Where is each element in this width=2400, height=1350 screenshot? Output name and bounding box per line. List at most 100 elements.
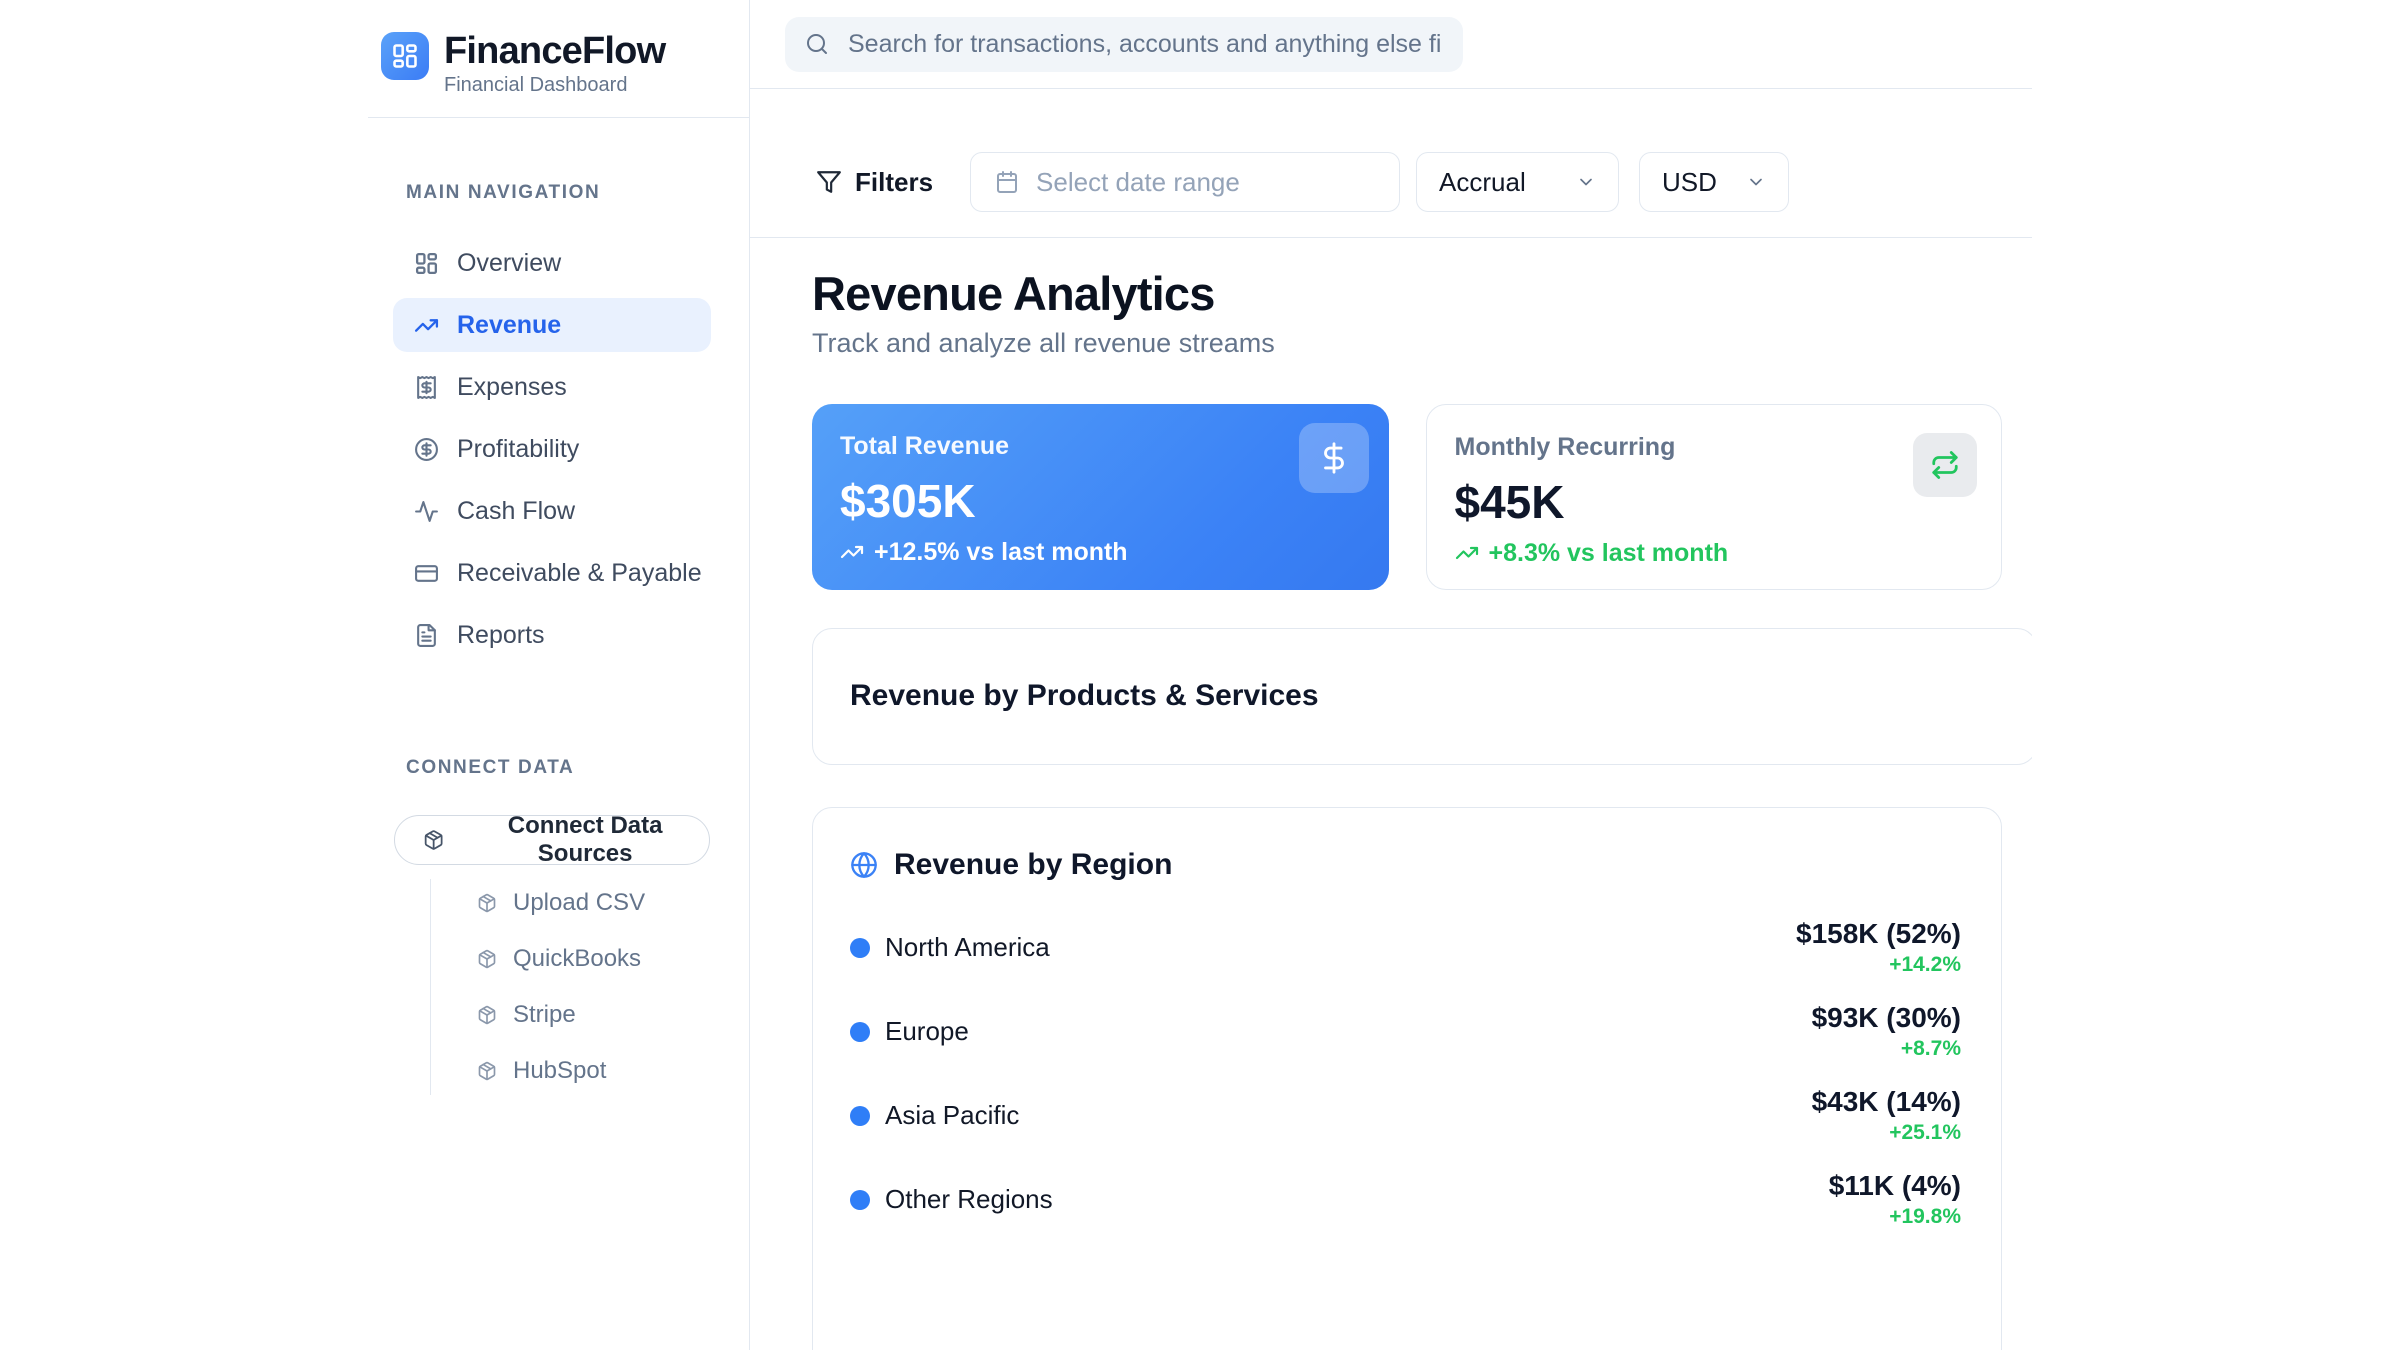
stat-trend: +8.3% vs last month (1455, 539, 1974, 568)
stat-value: $45K (1455, 479, 1974, 525)
region-dot (850, 938, 870, 958)
activity-icon (414, 499, 439, 524)
date-range-field[interactable]: Select date range (970, 152, 1400, 212)
region-name: Asia Pacific (885, 1100, 1019, 1131)
sidebar-item-label: Expenses (457, 373, 567, 402)
dollar-icon-box (1299, 423, 1369, 493)
calendar-icon (995, 170, 1019, 194)
sidebar-item-label: Reports (457, 621, 545, 650)
date-range-placeholder: Select date range (1036, 167, 1240, 198)
global-search[interactable] (785, 17, 1463, 72)
top-header (750, 0, 2032, 89)
search-input[interactable] (846, 29, 1443, 60)
region-row-north-america: North America $158K (52%) +14.2% (850, 918, 1961, 978)
connect-item-label: QuickBooks (513, 945, 641, 973)
filters-button[interactable]: Filters (816, 167, 933, 198)
brand-text: FinanceFlow Financial Dashboard (444, 32, 665, 97)
repeat-icon (1930, 450, 1960, 480)
trending-up-icon (840, 540, 864, 564)
revenue-by-region-card: Revenue by Region North America $158K (5… (812, 807, 2002, 1350)
region-value: $158K (52%) (1796, 918, 1961, 950)
currency-value: USD (1662, 167, 1717, 198)
sidebar-item-cash-flow[interactable]: Cash Flow (393, 484, 711, 538)
monthly-recurring-card: Monthly Recurring $45K +8.3% vs last mon… (1426, 404, 2003, 590)
connect-data-sources-list: Upload CSV QuickBooks Stripe HubSpot (430, 879, 749, 1095)
region-row-europe: Europe $93K (30%) +8.7% (850, 1002, 1961, 1062)
region-breakdown-list: North America $158K (52%) +14.2% Europe … (850, 918, 1961, 1230)
app-root: FinanceFlow Financial Dashboard MAIN NAV… (0, 0, 2400, 1350)
sidebar: FinanceFlow Financial Dashboard MAIN NAV… (0, 0, 750, 1350)
sidebar-header: FinanceFlow Financial Dashboard (0, 0, 749, 118)
region-change: +19.8% (1829, 1205, 1961, 1229)
stat-trend: +12.5% vs last month (840, 538, 1361, 567)
filters-bar: Filters Select date range Accrual USD (750, 89, 2032, 238)
repeat-icon-box (1913, 433, 1977, 497)
sidebar-item-profitability[interactable]: Profitability (393, 422, 711, 476)
globe-icon (850, 851, 878, 879)
region-section-title: Revenue by Region (894, 848, 1172, 882)
region-row-other-regions: Other Regions $11K (4%) +19.8% (850, 1170, 1961, 1230)
credit-card-icon (414, 561, 439, 586)
sidebar-item-label: Receivable & Payable (457, 559, 702, 588)
accounting-basis-select[interactable]: Accrual (1416, 152, 1619, 212)
search-icon (805, 32, 829, 56)
connect-source-upload-csv[interactable]: Upload CSV (477, 879, 749, 927)
brand-logo-row: FinanceFlow Financial Dashboard (381, 32, 749, 97)
region-card-header: Revenue by Region (850, 848, 1961, 882)
page-title: Revenue Analytics (812, 268, 2002, 320)
connect-source-hubspot[interactable]: HubSpot (477, 1047, 749, 1095)
accounting-basis-value: Accrual (1439, 167, 1526, 198)
sidebar-item-label: Revenue (457, 311, 561, 340)
package-icon (423, 829, 444, 851)
sidebar-item-revenue[interactable]: Revenue (393, 298, 711, 352)
stat-trend-text: +12.5% vs last month (874, 538, 1128, 567)
stat-label: Monthly Recurring (1455, 433, 1974, 462)
region-value: $43K (14%) (1812, 1086, 1961, 1118)
sidebar-item-label: Profitability (457, 435, 579, 464)
region-dot (850, 1190, 870, 1210)
dashboard-grid-icon (391, 42, 419, 70)
region-dot (850, 1106, 870, 1126)
region-value: $93K (30%) (1812, 1002, 1961, 1034)
currency-select[interactable]: USD (1639, 152, 1789, 212)
connect-item-label: Upload CSV (513, 889, 645, 917)
brand-logo (381, 32, 429, 80)
stat-label: Total Revenue (840, 432, 1361, 461)
total-revenue-card: Total Revenue $305K +12.5% vs last month (812, 404, 1389, 590)
connect-source-stripe[interactable]: Stripe (477, 991, 749, 1039)
sidebar-item-expenses[interactable]: Expenses (393, 360, 711, 414)
connect-source-quickbooks[interactable]: QuickBooks (477, 935, 749, 983)
trending-up-icon (414, 313, 439, 338)
brand-tagline: Financial Dashboard (444, 74, 665, 97)
package-icon (477, 893, 497, 913)
region-name: Other Regions (885, 1184, 1053, 1215)
sidebar-item-overview[interactable]: Overview (393, 236, 711, 290)
receipt-icon (414, 375, 439, 400)
brand-name: FinanceFlow (444, 32, 665, 70)
filter-funnel-icon (816, 169, 842, 195)
region-value: $11K (4%) (1829, 1170, 1961, 1202)
connect-data-sources-button[interactable]: Connect Data Sources (394, 815, 710, 865)
region-name: Europe (885, 1016, 969, 1047)
region-row-asia-pacific: Asia Pacific $43K (14%) +25.1% (850, 1086, 1961, 1146)
stats-grid: Total Revenue $305K +12.5% vs last month… (812, 404, 2002, 590)
package-icon (477, 1005, 497, 1025)
chevron-down-icon (1746, 172, 1766, 192)
content-area: Revenue Analytics Track and analyze all … (750, 238, 2032, 1350)
layout-grid-icon (414, 251, 439, 276)
region-change: +14.2% (1796, 953, 1961, 977)
connect-item-label: HubSpot (513, 1057, 606, 1085)
revenue-by-products-card: Revenue by Products & Services (812, 628, 2032, 765)
region-change: +25.1% (1812, 1121, 1961, 1145)
region-change: +8.7% (1812, 1037, 1961, 1061)
chevron-down-icon (1576, 172, 1596, 192)
sidebar-item-label: Cash Flow (457, 497, 575, 526)
main-navigation: Overview Revenue Expenses Profitability … (393, 236, 711, 662)
region-name: North America (885, 932, 1050, 963)
sidebar-item-receivable-and-payable[interactable]: Receivable & Payable (393, 546, 711, 600)
sidebar-item-reports[interactable]: Reports (393, 608, 711, 662)
dollar-icon (1317, 441, 1351, 475)
main-area: Filters Select date range Accrual USD Re… (750, 0, 2032, 1350)
stat-trend-text: +8.3% vs last month (1489, 539, 1729, 568)
stat-value: $305K (840, 478, 1361, 524)
